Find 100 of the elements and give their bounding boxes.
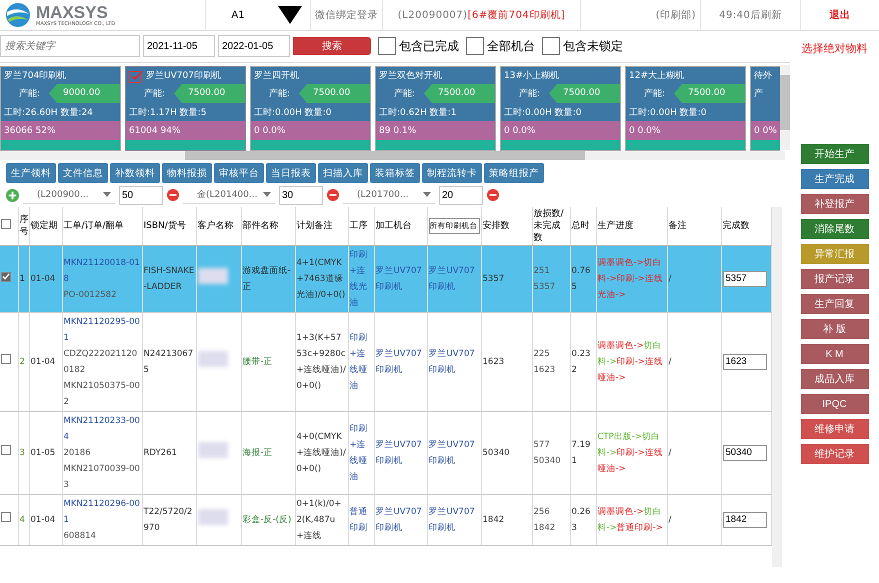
- absolute-material-link[interactable]: 选择绝对物料: [802, 41, 868, 56]
- completed-field[interactable]: 50340: [722, 444, 766, 461]
- toolbar-button[interactable]: 装箱标签: [370, 163, 420, 183]
- horizontal-scrollbar[interactable]: [0, 151, 785, 160]
- quantity-field[interactable]: 30: [279, 186, 323, 204]
- machine-card[interactable]: 罗兰704印刷机 产能: 9000.00 工时:26.60H 数量:24 36066 52%: [0, 66, 121, 151]
- order-link[interactable]: MKN21120018-018: [64, 255, 140, 287]
- order-link[interactable]: MKN21120233-004: [64, 413, 140, 445]
- row-checkbox[interactable]: [1, 354, 11, 364]
- machine-name: 罗兰四开机: [254, 70, 299, 82]
- search-field[interactable]: 搜索关键字: [0, 35, 140, 57]
- option-checkbox[interactable]: [378, 37, 396, 55]
- action-button[interactable]: K M: [800, 344, 868, 364]
- table-cell: 罗兰UV707印刷机: [428, 266, 475, 292]
- material-select[interactable]: (L200900...: [23, 186, 115, 204]
- station-label: A1: [231, 10, 245, 20]
- column-header: 备注: [668, 221, 686, 231]
- action-button[interactable]: 开始生产: [800, 144, 868, 164]
- action-button[interactable]: 维护记录: [800, 444, 868, 464]
- logout-link[interactable]: 退出: [830, 8, 850, 22]
- current-machine: [6#覆前704印刷机]: [468, 8, 566, 22]
- option-checkbox[interactable]: [466, 37, 484, 55]
- column-header: 加工机台: [376, 221, 412, 231]
- order-link[interactable]: MKN21120296-001: [64, 496, 140, 528]
- add-icon[interactable]: [6, 188, 19, 202]
- machine-name: 12#大上糊机: [629, 70, 684, 82]
- remove-icon[interactable]: [167, 189, 179, 201]
- completed-field[interactable]: 1842: [722, 512, 766, 528]
- machine-card[interactable]: 待外 产 0 0%: [750, 66, 780, 151]
- column-header: 安排数: [482, 221, 510, 231]
- machine-name: 罗兰704印刷机: [4, 70, 66, 82]
- action-button[interactable]: 生产完成: [800, 169, 868, 189]
- table-cell: N242130675: [144, 349, 194, 375]
- completed-field[interactable]: 1623: [722, 354, 766, 370]
- table-cell-text: 50340: [534, 455, 562, 468]
- action-button[interactable]: IPQC: [800, 394, 868, 414]
- table-cell-text: 256: [534, 506, 551, 519]
- table-cell: 01-04: [30, 274, 56, 284]
- action-button[interactable]: 补登报产: [800, 194, 868, 214]
- capacity-label: 产能:: [393, 88, 416, 100]
- row-checkbox[interactable]: [1, 445, 11, 455]
- column-header: ISBN/货号: [144, 221, 186, 231]
- machine-name: 待外: [754, 70, 772, 82]
- material-select[interactable]: 金(L201400...: [183, 186, 275, 204]
- machine-card[interactable]: 13#小上糊机 产能: 7500.00 工时:0.00H 数量:0 0 0.0%: [500, 66, 621, 151]
- table-cell: 罗兰UV707印刷机: [428, 349, 475, 375]
- table-cell-text: 1842: [534, 522, 556, 535]
- vertical-scrollbar[interactable]: [772, 207, 782, 567]
- user-code: (L20090007): [398, 10, 468, 20]
- table-cell-text: 20186: [64, 447, 92, 460]
- table-cell: 彩盒-反-(反): [242, 515, 292, 525]
- machine-card[interactable]: 罗兰UV707印刷机 产能: 7500.00 工时:1.17H 数量:5 61004 94%: [125, 66, 246, 151]
- option-checkbox[interactable]: [542, 37, 560, 55]
- toolbar-button[interactable]: 审核平台: [214, 163, 264, 183]
- dropdown-triangle-icon[interactable]: [278, 6, 302, 24]
- row-checkbox[interactable]: [1, 272, 11, 282]
- action-button[interactable]: 维修申请: [800, 419, 868, 439]
- action-button[interactable]: 生产回复: [800, 294, 868, 314]
- row-checkbox[interactable]: [1, 512, 11, 522]
- order-link[interactable]: MKN21120295-001: [64, 314, 140, 346]
- action-button[interactable]: 报产记录: [800, 269, 868, 289]
- table-cell: 50340: [482, 448, 510, 458]
- column-header: 序号: [20, 215, 28, 237]
- toolbar-button[interactable]: 补数领料: [110, 163, 160, 183]
- select-all-checkbox[interactable]: [1, 219, 11, 229]
- table-cell: 4: [20, 515, 25, 525]
- toolbar-button[interactable]: 策略组报产: [484, 163, 544, 183]
- utilization-rate: 36066 52%: [4, 126, 56, 136]
- remove-icon[interactable]: [327, 189, 339, 201]
- table-cell: FISH-SNAKE-LADDER: [144, 266, 194, 292]
- table-cell: 2: [20, 357, 25, 367]
- quantity-field[interactable]: 20: [439, 186, 483, 204]
- toolbar-button[interactable]: 文件信息: [58, 163, 108, 183]
- vertical-scrollbar[interactable]: [780, 65, 790, 150]
- machine-card[interactable]: 罗兰四开机 产能: 7500.00 工时:0.00H 数量:0 0 0.0%: [250, 66, 371, 151]
- capacity-value: 9000.00: [49, 84, 120, 103]
- table-cell: RDY261: [144, 448, 177, 458]
- toolbar-button[interactable]: 生产领料: [6, 163, 56, 183]
- machine-card[interactable]: 罗兰双色对开机 产能: 7500.00 工时:0.62H 数量:1 89 0.1%: [375, 66, 496, 151]
- toolbar-button[interactable]: 当日报表: [266, 163, 316, 183]
- action-button[interactable]: 异常汇报: [800, 244, 868, 264]
- action-button[interactable]: 成品入库: [800, 369, 868, 389]
- toolbar-button[interactable]: 制程流转卡: [422, 163, 482, 183]
- table-cell: 01-04: [30, 357, 56, 367]
- action-button[interactable]: 补 版: [800, 319, 868, 339]
- toolbar-button[interactable]: 物料报损: [162, 163, 212, 183]
- end-date-field[interactable]: 2022-01-05: [218, 35, 290, 57]
- remove-icon[interactable]: [487, 189, 499, 201]
- action-button[interactable]: 消除尾数: [800, 219, 868, 239]
- start-date-field[interactable]: 2021-11-05: [143, 35, 215, 57]
- completed-field[interactable]: 5357: [722, 270, 766, 287]
- quantity-field[interactable]: 50: [119, 186, 163, 204]
- table-cell-text: 608814: [64, 530, 97, 543]
- search-button[interactable]: 搜索: [293, 37, 371, 55]
- capacity-value: 7500.00: [424, 84, 495, 103]
- check-icon: [129, 68, 145, 82]
- toolbar-button[interactable]: 扫描入库: [318, 163, 368, 183]
- machine-card[interactable]: 12#大上糊机 产能: 7500.00 工时:0.00H 数量:0 0 0.0%: [625, 66, 746, 151]
- wechat-login-link[interactable]: 微信绑定登录: [315, 8, 378, 22]
- material-select[interactable]: (L201700...: [343, 186, 435, 204]
